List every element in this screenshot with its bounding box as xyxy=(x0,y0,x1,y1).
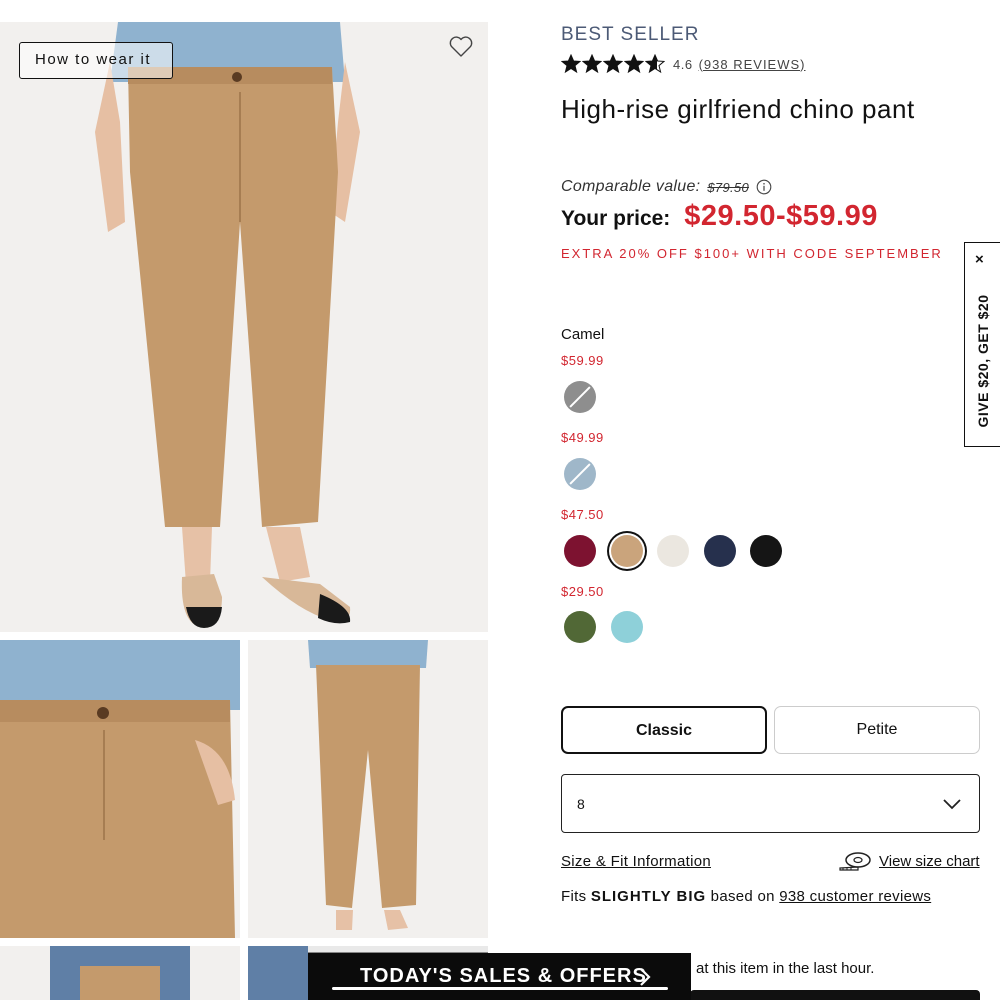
product-main-image[interactable] xyxy=(0,22,488,632)
striped-pattern-mark xyxy=(569,463,591,485)
rating-value: 4.6 xyxy=(673,56,693,72)
info-icon[interactable] xyxy=(756,179,772,195)
swatch-light-blue[interactable] xyxy=(564,458,596,490)
heart-icon[interactable] xyxy=(448,35,474,59)
swatch-black[interactable] xyxy=(750,535,782,567)
size-value: 8 xyxy=(577,796,585,812)
fit-feedback: Fits SLIGHTLY BIG based on 938 customer … xyxy=(561,888,931,905)
product-thumbnail-front-detail[interactable] xyxy=(0,640,240,938)
your-price-label: Your price: xyxy=(561,207,671,230)
fits-prefix: Fits xyxy=(561,888,587,905)
measuring-tape-icon xyxy=(839,852,871,871)
rating-row: 4.6 (938 REVIEWS) xyxy=(561,53,806,75)
price-range: $29.50-$59.99 xyxy=(684,200,878,232)
swatch-camel[interactable] xyxy=(610,535,643,567)
striped-pattern-mark xyxy=(569,386,591,408)
product-thumbnail-back[interactable] xyxy=(248,640,488,938)
swatch-burgundy[interactable] xyxy=(564,535,596,567)
fit-petite-button[interactable]: Petite xyxy=(774,706,980,754)
size-select[interactable]: 8 xyxy=(561,774,980,833)
swatch-aqua[interactable] xyxy=(610,611,643,643)
comparable-label: Comparable value: xyxy=(561,178,701,195)
tier-price: $49.99 xyxy=(561,430,604,445)
star-icon xyxy=(603,54,623,74)
reviews-link[interactable]: (938 REVIEWS) xyxy=(699,57,806,72)
close-icon[interactable]: × xyxy=(975,252,984,267)
star-icon xyxy=(645,54,665,74)
tier-price: $47.50 xyxy=(561,507,604,522)
activity-message: at this item in the last hour. xyxy=(696,960,875,977)
todays-sales-banner[interactable]: TODAY'S SALES & OFFERS xyxy=(308,953,691,1000)
chevron-down-icon xyxy=(943,799,961,810)
sales-banner-label: TODAY'S SALES & OFFERS xyxy=(360,965,647,987)
swatch-gray-heather[interactable] xyxy=(564,381,596,413)
chevron-right-icon xyxy=(640,968,651,986)
price-row: Your price: $29.50-$59.99 xyxy=(561,200,878,233)
promo-code-message: EXTRA 20% OFF $100+ WITH CODE SEPTEMBER xyxy=(561,246,943,261)
fits-middle: based on xyxy=(710,888,775,905)
comparable-value: Comparable value: $79.50 xyxy=(561,178,772,196)
view-size-chart-link[interactable]: View size chart xyxy=(879,853,980,870)
product-thumbnail-3[interactable] xyxy=(0,946,240,1000)
selected-color-name: Camel xyxy=(561,326,605,343)
swatch-ivory[interactable] xyxy=(657,535,689,567)
product-title: High-rise girlfriend chino pant xyxy=(561,94,915,124)
tier-price: $29.50 xyxy=(561,584,604,599)
fit-classic-button[interactable]: Classic xyxy=(561,706,767,754)
referral-label: GIVE $20, GET $20 xyxy=(975,294,991,428)
tier-price: $59.99 xyxy=(561,353,604,368)
add-to-bag-button[interactable] xyxy=(690,990,980,1000)
swatch-navy[interactable] xyxy=(703,535,736,567)
customer-reviews-link[interactable]: 938 customer reviews xyxy=(779,888,931,905)
swatch-olive[interactable] xyxy=(564,611,596,643)
fits-emphasis: SLIGHTLY BIG xyxy=(590,888,707,905)
comparable-price: $79.50 xyxy=(707,179,749,195)
star-icon xyxy=(561,54,581,74)
referral-tab[interactable]: × GIVE $20, GET $20 xyxy=(964,242,1000,447)
how-to-wear-button[interactable]: How to wear it xyxy=(19,42,173,79)
star-icon xyxy=(582,54,602,74)
banner-underline xyxy=(332,987,668,990)
star-rating xyxy=(561,54,666,74)
star-icon xyxy=(624,54,644,74)
best-seller-badge: BEST SELLER xyxy=(561,24,700,45)
size-fit-info-link[interactable]: Size & Fit Information xyxy=(561,853,711,870)
